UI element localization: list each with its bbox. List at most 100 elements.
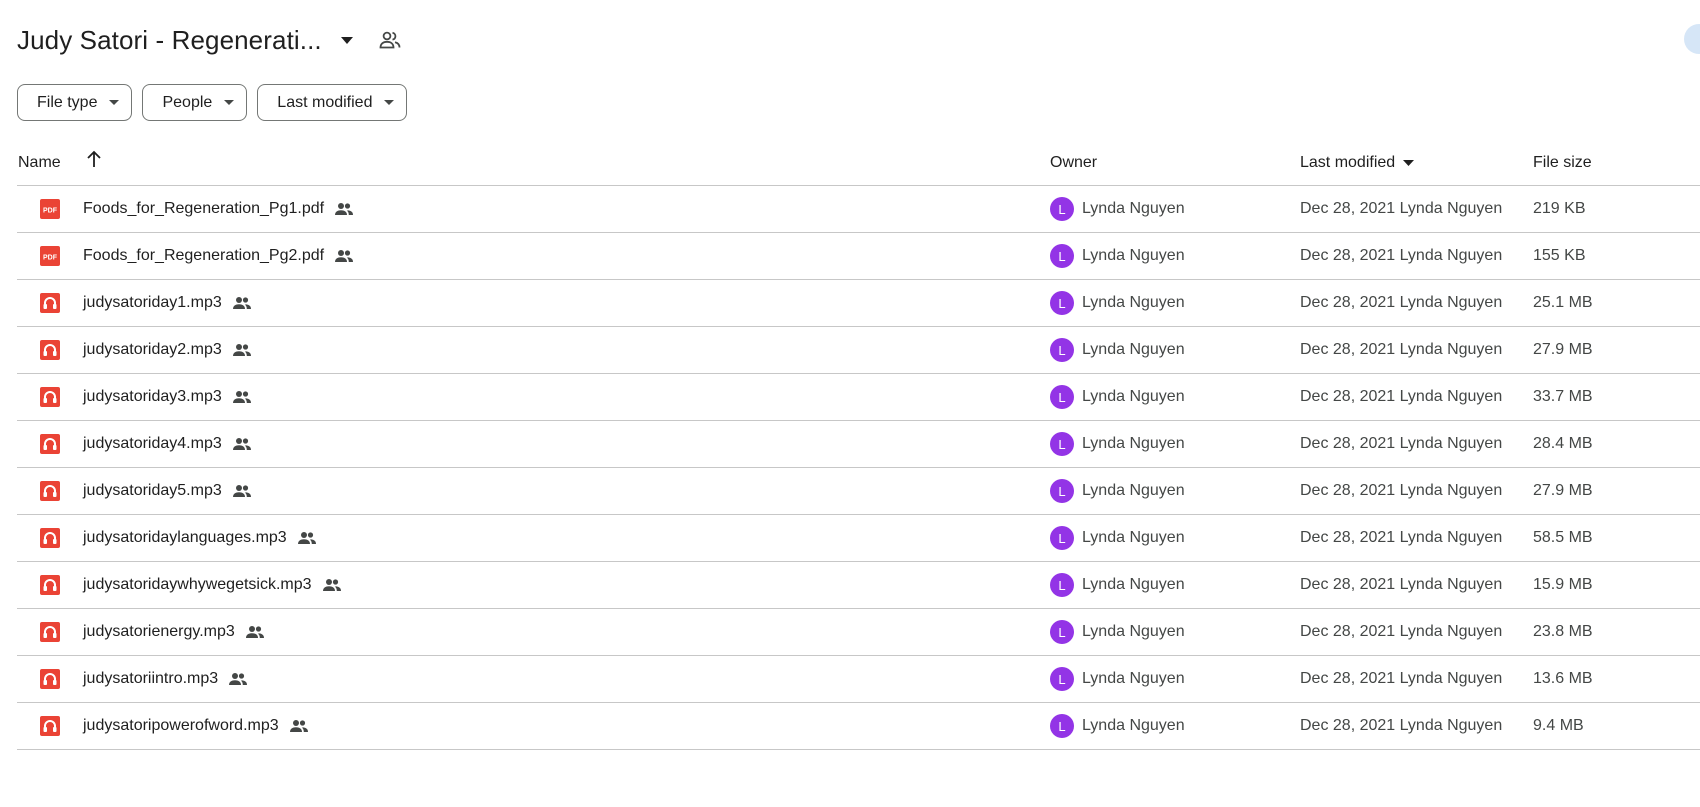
owner-name: Lynda Nguyen xyxy=(1082,717,1185,734)
file-size-cell: 27.9 MB xyxy=(1533,341,1593,358)
file-row[interactable]: judysatoriintro.mp3 L Lynda Nguyen Dec 28, … xyxy=(17,656,1700,703)
chevron-down-icon xyxy=(384,100,395,105)
owner-column-header[interactable]: Owner xyxy=(1050,154,1097,172)
file-row[interactable]: judysatoriday1.mp3 L Lynda Nguyen Dec 28, 2… xyxy=(17,280,1700,327)
sort-descending-caret-icon xyxy=(1403,159,1415,166)
file-row[interactable]: judysatoriday4.mp3 L Lynda Nguyen Dec 28, 2… xyxy=(17,421,1700,468)
pdf-icon: PDF xyxy=(40,246,60,266)
file-size-cell: 28.4 MB xyxy=(1533,435,1593,452)
file-size-column-header[interactable]: File size xyxy=(1533,154,1592,172)
file-name-cell[interactable]: Foods_for_Regeneration_Pg2.pdf xyxy=(83,247,354,265)
owner-cell: L Lynda Nguyen xyxy=(1050,291,1185,315)
file-name: judysatoriday4.mp3 xyxy=(83,435,222,452)
owner-avatar[interactable]: L xyxy=(1050,385,1074,409)
file-name: judysatoripowerofword.mp3 xyxy=(83,717,279,734)
file-name-cell[interactable]: judysatoriintro.mp3 xyxy=(83,670,248,688)
owner-avatar[interactable]: L xyxy=(1050,432,1074,456)
owner-avatar[interactable]: L xyxy=(1050,291,1074,315)
owner-cell: L Lynda Nguyen xyxy=(1050,244,1185,268)
owner-avatar[interactable]: L xyxy=(1050,667,1074,691)
last-modified-filter-chip[interactable]: Last modified xyxy=(257,84,408,121)
owner-name: Lynda Nguyen xyxy=(1082,341,1185,358)
pdf-icon: PDF xyxy=(40,199,60,219)
chevron-down-icon xyxy=(224,100,235,105)
account-avatar-edge[interactable] xyxy=(1684,24,1700,54)
shared-icon xyxy=(232,437,252,451)
file-name-cell[interactable]: judysatoridaylanguages.mp3 xyxy=(83,529,317,547)
file-name-cell[interactable]: judysatoriday5.mp3 xyxy=(83,482,252,500)
owner-avatar[interactable]: L xyxy=(1050,620,1074,644)
shared-icon xyxy=(245,625,265,639)
file-name-cell[interactable]: judysatoriday3.mp3 xyxy=(83,388,252,406)
folder-title[interactable]: Judy Satori - Regenerati... xyxy=(17,25,322,56)
file-row[interactable]: judysatorienergy.mp3 L Lynda Nguyen Dec 28,… xyxy=(17,609,1700,656)
file-size-cell: 25.1 MB xyxy=(1533,294,1593,311)
file-name-cell[interactable]: judysatoridaywhywegetsick.mp3 xyxy=(83,576,342,594)
sort-ascending-arrow-icon[interactable] xyxy=(86,150,102,173)
shared-icon xyxy=(334,202,354,216)
owner-avatar[interactable]: L xyxy=(1050,573,1074,597)
last-modified-column-label: Last modified xyxy=(1300,153,1396,171)
file-name-cell[interactable]: Foods_for_Regeneration_Pg1.pdf xyxy=(83,200,354,218)
last-modified-cell: Dec 28, 2021 Lynda Nguyen xyxy=(1300,482,1503,499)
file-size-cell: 13.6 MB xyxy=(1533,670,1593,687)
file-name-cell[interactable]: judysatorienergy.mp3 xyxy=(83,623,265,641)
people-filter-chip[interactable]: People xyxy=(142,84,248,121)
file-name-cell[interactable]: judysatoriday2.mp3 xyxy=(83,341,252,359)
svg-text:PDF: PDF xyxy=(43,207,58,214)
file-row[interactable]: judysatoriday2.mp3 L Lynda Nguyen Dec 28, 2… xyxy=(17,327,1700,374)
owner-name: Lynda Nguyen xyxy=(1082,247,1185,264)
file-name: judysatoriintro.mp3 xyxy=(83,670,219,687)
file-row[interactable]: judysatoriday5.mp3 L Lynda Nguyen Dec 28, 2… xyxy=(17,468,1700,515)
owner-avatar[interactable]: L xyxy=(1050,197,1074,221)
shared-icon xyxy=(232,296,252,310)
file-row[interactable]: PDF Foods_for_Regeneration_Pg1.pdf L Lynda … xyxy=(17,186,1700,233)
file-name: judysatoridaywhywegetsick.mp3 xyxy=(83,576,312,593)
file-row[interactable]: judysatoriday3.mp3 L Lynda Nguyen Dec 28, 2… xyxy=(17,374,1700,421)
audio-file-icon xyxy=(40,716,60,736)
shared-icon xyxy=(232,343,252,357)
shared-icon xyxy=(297,531,317,545)
owner-name: Lynda Nguyen xyxy=(1082,576,1185,593)
owner-avatar[interactable]: L xyxy=(1050,526,1074,550)
file-size-cell: 33.7 MB xyxy=(1533,388,1593,405)
audio-file-icon xyxy=(40,387,60,407)
owner-cell: L Lynda Nguyen xyxy=(1050,526,1185,550)
audio-file-icon xyxy=(40,575,60,595)
owner-avatar[interactable]: L xyxy=(1050,479,1074,503)
owner-avatar[interactable]: L xyxy=(1050,338,1074,362)
file-size-cell: 58.5 MB xyxy=(1533,529,1593,546)
last-modified-cell: Dec 28, 2021 Lynda Nguyen xyxy=(1300,717,1503,734)
audio-file-icon xyxy=(40,340,60,360)
table-header: Name Owner Last modified File size xyxy=(17,140,1700,186)
file-name: Foods_for_Regeneration_Pg1.pdf xyxy=(83,200,325,217)
folder-menu-caret-icon[interactable] xyxy=(336,29,358,51)
file-row[interactable]: judysatoridaywhywegetsick.mp3 L Lynda Nguy… xyxy=(17,562,1700,609)
owner-cell: L Lynda Nguyen xyxy=(1050,573,1185,597)
file-row[interactable]: judysatoripowerofword.mp3 L Lynda Nguyen De… xyxy=(17,703,1700,750)
file-type-filter-chip[interactable]: File type xyxy=(17,84,133,121)
file-name-cell[interactable]: judysatoripowerofword.mp3 xyxy=(83,717,309,735)
file-size-cell: 155 KB xyxy=(1533,247,1586,264)
shared-icon xyxy=(289,719,309,733)
drive-folder-view: Judy Satori - Regenerati... File type Pe… xyxy=(0,0,1700,807)
shared-people-icon[interactable] xyxy=(378,28,402,52)
last-modified-column-header[interactable]: Last modified xyxy=(1300,153,1415,172)
owner-name: Lynda Nguyen xyxy=(1082,200,1185,217)
owner-cell: L Lynda Nguyen xyxy=(1050,667,1185,691)
file-name-cell[interactable]: judysatoriday1.mp3 xyxy=(83,294,252,312)
file-row[interactable]: judysatoridaylanguages.mp3 L Lynda Nguyen D… xyxy=(17,515,1700,562)
shared-icon xyxy=(228,672,248,686)
owner-avatar[interactable]: L xyxy=(1050,244,1074,268)
name-column-header[interactable]: Name xyxy=(18,154,61,172)
last-modified-cell: Dec 28, 2021 Lynda Nguyen xyxy=(1300,576,1503,593)
file-name-cell[interactable]: judysatoriday4.mp3 xyxy=(83,435,252,453)
owner-avatar[interactable]: L xyxy=(1050,714,1074,738)
shared-icon xyxy=(334,249,354,263)
people-filter-label: People xyxy=(162,93,213,111)
last-modified-cell: Dec 28, 2021 Lynda Nguyen xyxy=(1300,435,1503,452)
owner-cell: L Lynda Nguyen xyxy=(1050,479,1185,503)
file-row[interactable]: PDF Foods_for_Regeneration_Pg2.pdf L Lynda … xyxy=(17,233,1700,280)
file-name: judysatoriday1.mp3 xyxy=(83,294,222,311)
last-modified-cell: Dec 28, 2021 Lynda Nguyen xyxy=(1300,341,1503,358)
